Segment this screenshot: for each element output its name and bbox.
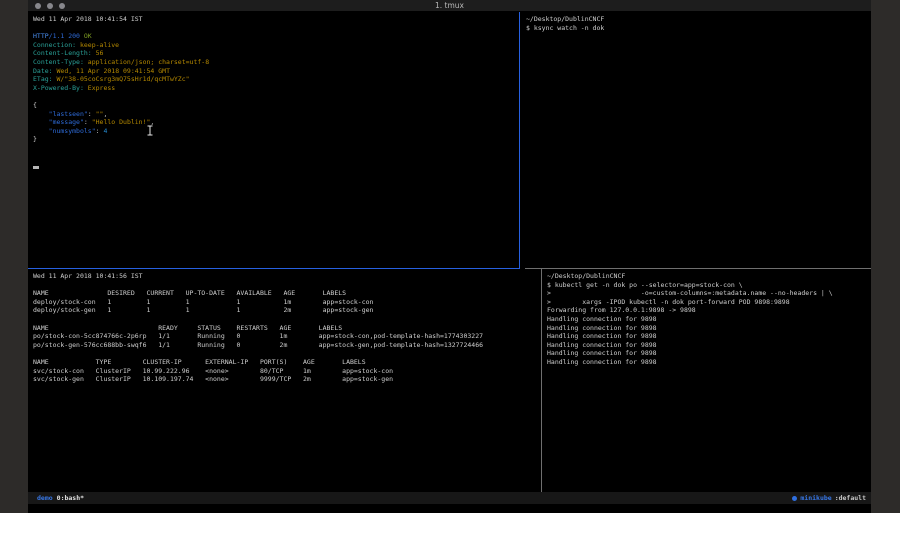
active-pane-border-vertical[interactable] — [519, 12, 520, 269]
pane-port-forward[interactable]: ~/Desktop/DublinCNCF $ kubectl get -n do… — [547, 272, 833, 367]
terminal-cursor — [33, 166, 39, 169]
session-name: demo — [37, 494, 53, 502]
kubernetes-icon — [792, 496, 797, 501]
active-pane-border-horizontal[interactable] — [28, 268, 520, 269]
status-left: demo 0:bash* — [37, 494, 84, 502]
pane-http-response[interactable]: Wed 11 Apr 2018 10:41:54 IST HTTP/1.1 20… — [33, 15, 209, 144]
ibeam-mouse-cursor-icon — [146, 121, 154, 140]
pane-kubectl-tables[interactable]: Wed 11 Apr 2018 10:41:56 IST NAME DESIRE… — [33, 272, 483, 384]
kube-namespace: :default — [835, 494, 866, 502]
pane-ksync-watch[interactable]: ~/Desktop/DublinCNCF $ ksync watch -n do… — [526, 15, 604, 32]
terminal-window: 1. tmux Wed 11 Apr 2018 10:41:54 IST HTT… — [28, 0, 871, 513]
kube-context: minikube — [800, 494, 831, 502]
window-titlebar[interactable]: 1. tmux — [28, 0, 871, 12]
window-title: 1. tmux — [28, 1, 871, 10]
window-tab-bash[interactable]: 0:bash* — [57, 494, 84, 502]
pane-divider-vertical[interactable] — [541, 269, 542, 492]
status-right: minikube :default — [792, 494, 866, 502]
tmux-status-bar: demo 0:bash* minikube :default — [28, 492, 871, 504]
pane-divider-horizontal[interactable] — [525, 268, 871, 269]
